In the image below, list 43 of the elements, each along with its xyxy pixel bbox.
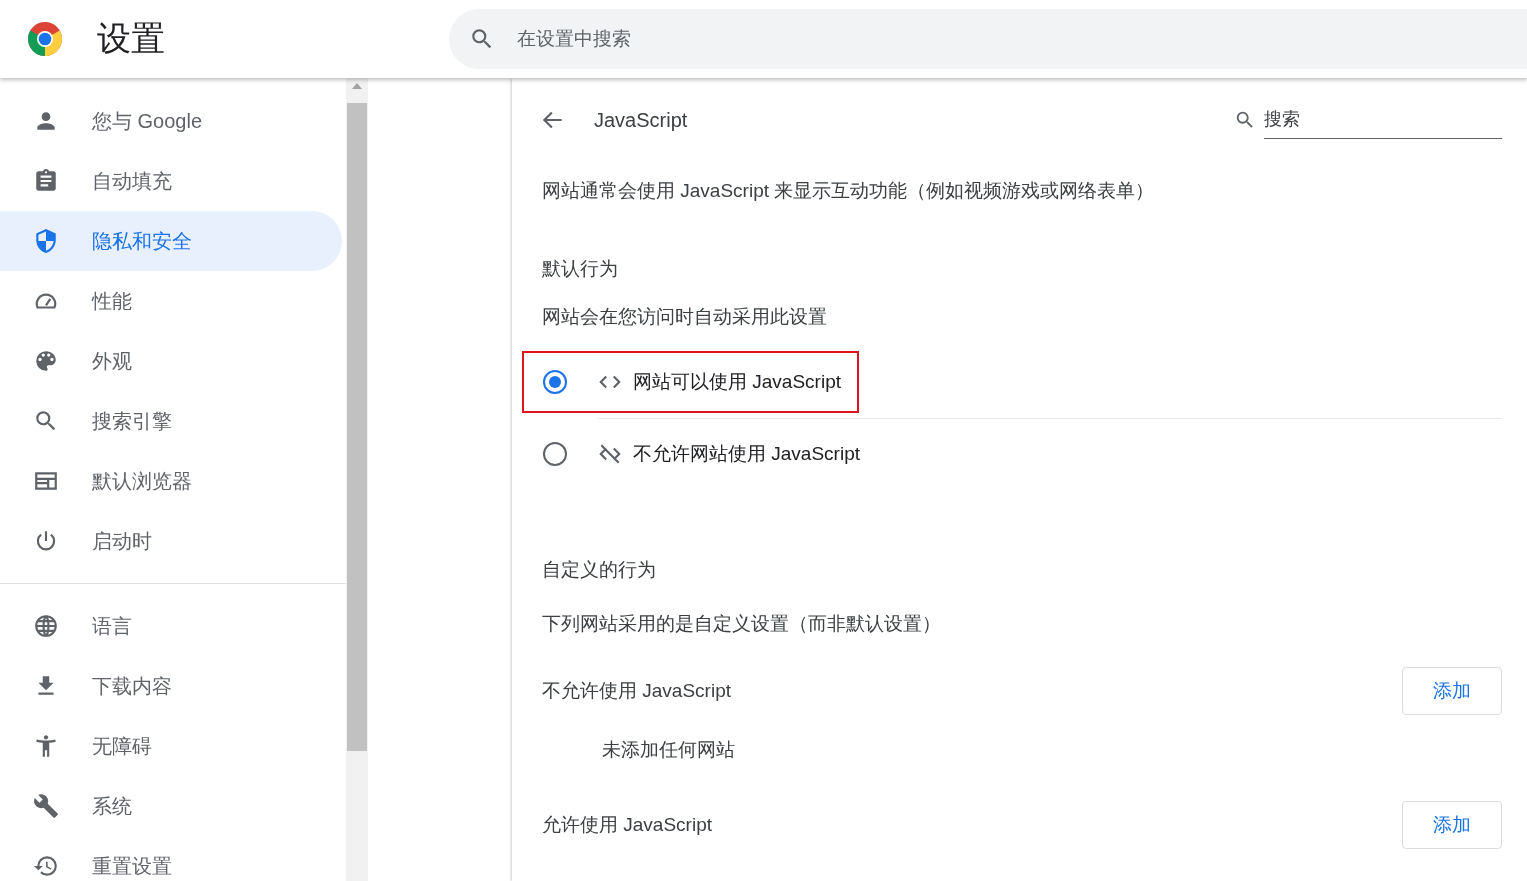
wrench-icon (33, 793, 59, 819)
sidebar-item[interactable]: 性能 (0, 271, 342, 331)
section-heading: 自定义的行为 (542, 558, 657, 582)
palette-icon (33, 348, 59, 374)
sidebar-item[interactable]: 语言 (0, 596, 342, 656)
section-subtitle: 下列网站采用的是自定义设置（而非默认设置） (542, 612, 942, 636)
settings-search-field[interactable]: 在设置中搜索 (449, 9, 1527, 69)
sidebar-item[interactable]: 下载内容 (0, 656, 342, 716)
sidebar-item[interactable]: 隐私和安全 (0, 211, 342, 271)
radio-button[interactable] (543, 442, 567, 466)
sidebar-item[interactable]: 您与 Google (0, 91, 342, 151)
sidebar-item[interactable]: 重置设置 (0, 836, 342, 881)
accessibility-icon (33, 733, 59, 759)
add-button[interactable]: 添加 (1402, 667, 1502, 715)
clipboard-icon (33, 168, 59, 194)
globe-icon (33, 613, 59, 639)
scroll-up-arrow-icon[interactable] (352, 83, 362, 89)
add-button[interactable]: 添加 (1402, 801, 1502, 849)
shield-icon (33, 228, 59, 254)
page-heading: JavaScript (594, 108, 688, 132)
list-title: 允许使用 JavaScript (542, 813, 712, 837)
description-text: 网站通常会使用 JavaScript 来显示互动功能（例如视频游戏或网络表单） (542, 179, 1156, 203)
section-heading: 默认行为 (542, 257, 619, 281)
section-subtitle: 网站会在您访问时自动采用此设置 (542, 305, 828, 329)
sidebar-item[interactable]: 外观 (0, 331, 342, 391)
radio-button[interactable] (543, 370, 567, 394)
sidebar-item[interactable]: 搜索引擎 (0, 391, 342, 451)
browser-logo-icon (27, 21, 63, 57)
search-icon (1234, 109, 1256, 131)
sidebar-item[interactable]: 启动时 (0, 511, 342, 571)
sidebar-item[interactable]: 自动填充 (0, 151, 342, 211)
option-label: 不允许网站使用 JavaScript (633, 442, 860, 466)
page-title: 设置 (97, 18, 166, 59)
sidebar-item[interactable]: 无障碍 (0, 716, 342, 776)
empty-list-text: 未添加任何网站 (602, 738, 736, 762)
scrollbar[interactable] (346, 78, 368, 881)
option-label: 网站可以使用 JavaScript (633, 370, 841, 394)
scrollbar-thumb[interactable] (347, 103, 367, 751)
sidebar-item[interactable]: 默认浏览器 (0, 451, 342, 511)
search-field[interactable]: 搜索 (1264, 101, 1502, 139)
history-icon (33, 853, 59, 879)
sidebar-item[interactable]: 系统 (0, 776, 342, 836)
list-title: 不允许使用 JavaScript (542, 679, 731, 703)
